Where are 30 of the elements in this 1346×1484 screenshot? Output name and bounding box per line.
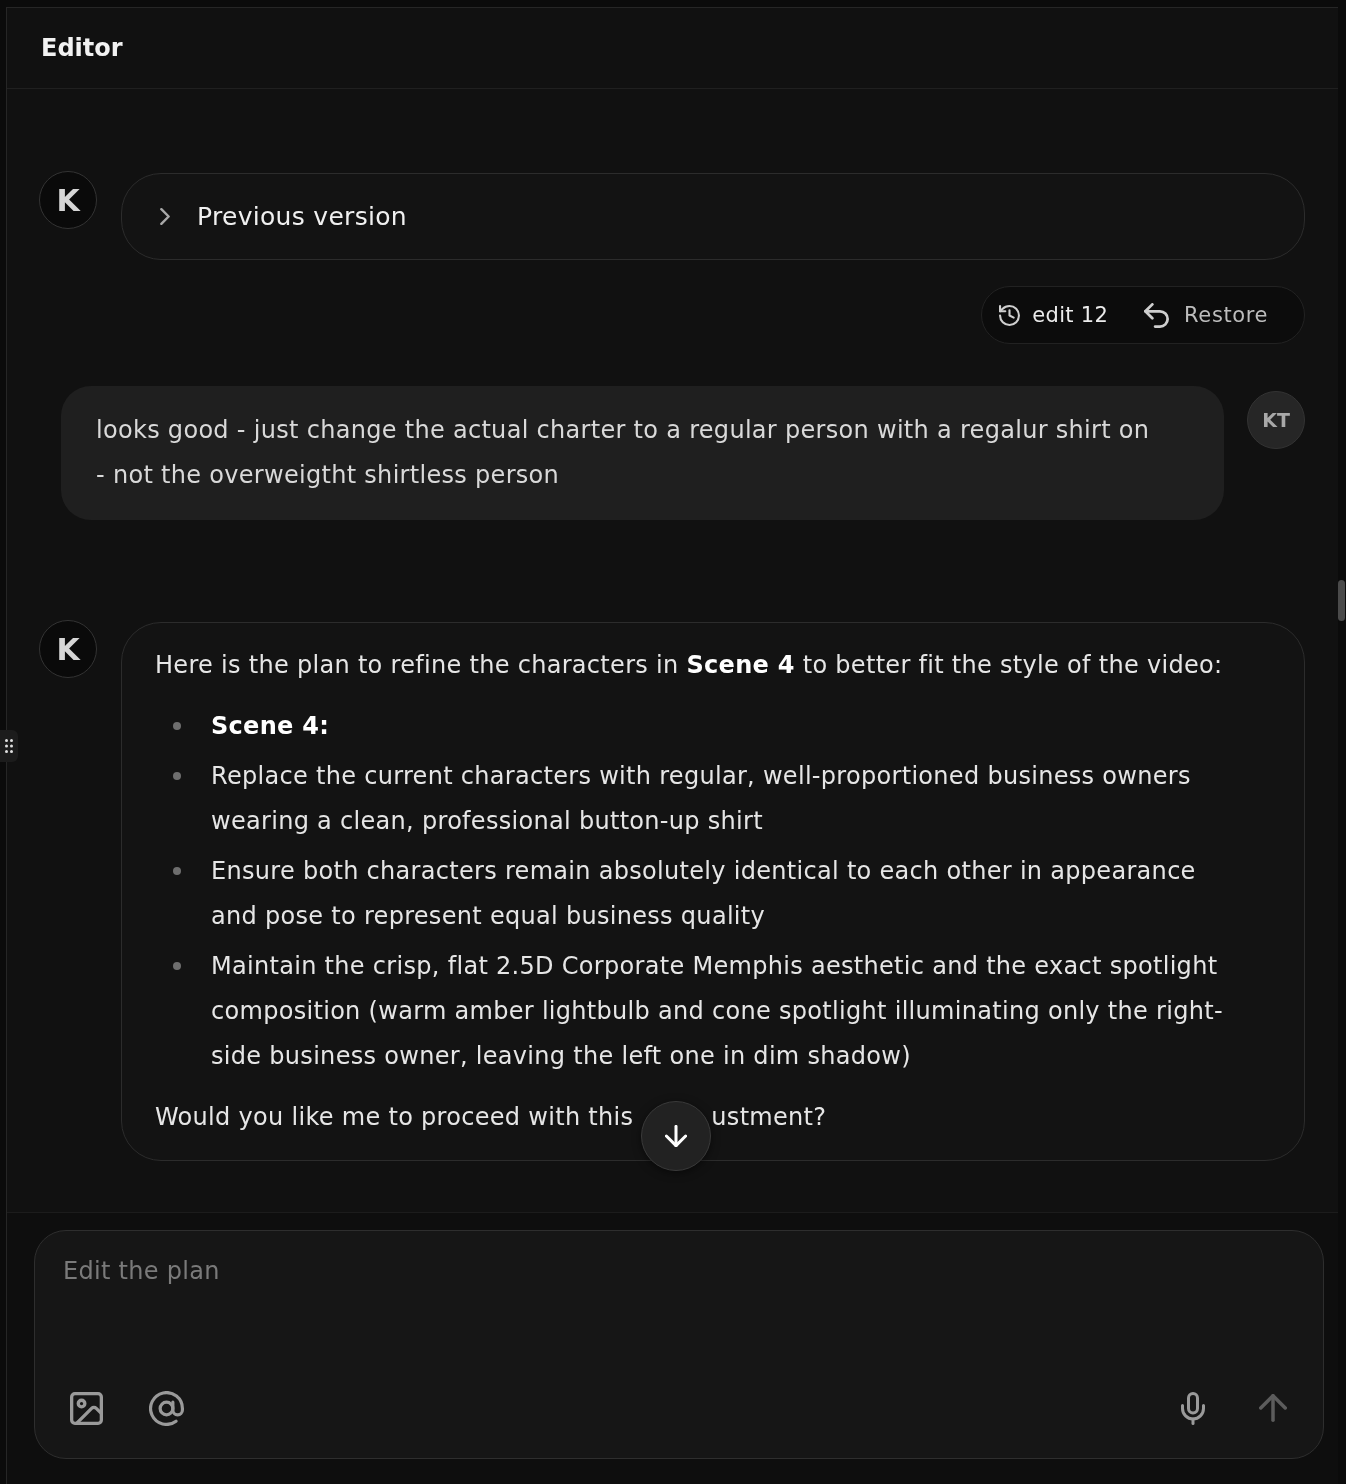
list-item-text: Scene 4: xyxy=(211,711,330,742)
message-input[interactable]: Edit the plan xyxy=(63,1251,1293,1291)
assistant-avatar: K xyxy=(39,620,97,678)
message-text: ustment? xyxy=(711,1102,827,1133)
bullet-icon xyxy=(173,722,181,730)
bullet-icon xyxy=(173,962,181,970)
image-icon xyxy=(69,1391,103,1425)
message-text: Here is the plan to refine the characters in Scene 4 to better fit the style of the video: xyxy=(155,650,1224,681)
bullet-icon xyxy=(173,867,181,875)
list-item-text: Replace the current characters with regular, well-proportioned business owners wearing a clean, professional button-up shirt xyxy=(211,761,1192,837)
restore-button[interactable]: Restore xyxy=(1144,302,1268,328)
mention-button[interactable] xyxy=(146,1388,186,1428)
user-avatar: KT xyxy=(1247,391,1305,449)
list-item-text: Maintain the crisp, flat 2.5D Corporate Memphis aesthetic and the exact spotlight composition (warm amber lightbulb and cone spotlight illuminating only the right-side business owner, leaving the left one in dim shadow) xyxy=(211,951,1224,1072)
resize-handle[interactable] xyxy=(0,730,18,762)
grip-icon xyxy=(5,739,13,753)
bullet-icon xyxy=(173,772,181,780)
previous-version-toggle[interactable]: Previous version xyxy=(122,174,407,259)
assistant-avatar: K xyxy=(39,171,97,229)
panel-title: Editor xyxy=(41,34,123,62)
version-label: edit 12 xyxy=(1032,303,1109,327)
user-message: looks good - just change the actual charter to a regular person with a regalur shirt on - not the overweigtht shirtless person xyxy=(61,386,1224,520)
arrow-down-icon xyxy=(665,1125,688,1147)
list-item-text: Ensure both characters remain absolutely identical to each other in appearance and pose to represent equal business quality xyxy=(211,856,1197,932)
message-text: Would you like me to proceed with this xyxy=(155,1102,634,1133)
microphone-icon xyxy=(1181,1391,1205,1425)
scrollbar-thumb[interactable] xyxy=(1338,580,1345,621)
history-icon xyxy=(999,304,1021,326)
undo-icon xyxy=(1144,302,1170,328)
at-sign-icon xyxy=(148,1390,184,1426)
